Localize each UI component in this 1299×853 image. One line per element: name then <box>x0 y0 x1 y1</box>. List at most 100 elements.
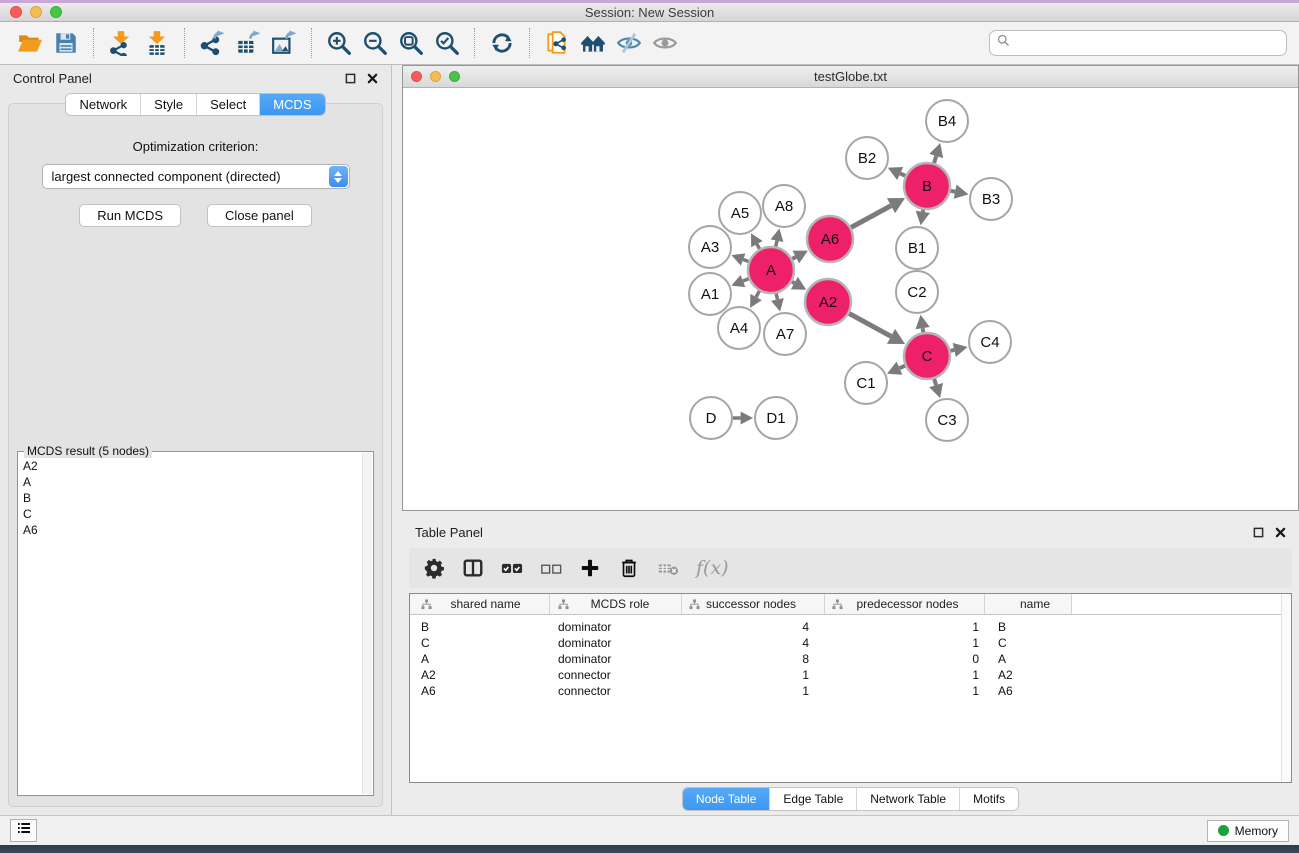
table-row[interactable]: Bdominator41B <box>410 619 1291 635</box>
table-tab-motifs[interactable]: Motifs <box>959 788 1018 810</box>
save-session-button[interactable] <box>48 26 84 60</box>
hide-selected-button[interactable] <box>611 26 647 60</box>
import-network-button[interactable] <box>103 26 139 60</box>
column-header-MCDS-role[interactable]: MCDS role <box>550 594 682 614</box>
show-hidden-button[interactable] <box>647 26 683 60</box>
table-toolbar: f(x) <box>409 548 1292 588</box>
first-neighbors-button[interactable] <box>575 26 611 60</box>
table-row[interactable]: A2connector11A2 <box>410 667 1291 683</box>
task-history-button[interactable] <box>10 819 37 842</box>
table-cell: A2 <box>985 668 1072 682</box>
zoom-in-button[interactable] <box>321 26 357 60</box>
column-header-name[interactable]: name <box>985 594 1072 614</box>
zoom-fit-button[interactable] <box>393 26 429 60</box>
refresh-button[interactable] <box>484 26 520 60</box>
graph-edge-A-A8[interactable] <box>776 241 777 247</box>
tab-style[interactable]: Style <box>140 94 196 115</box>
zoom-selected-button[interactable] <box>429 26 465 60</box>
memory-button[interactable]: Memory <box>1207 820 1289 842</box>
delete-column-button[interactable] <box>618 557 640 579</box>
result-item[interactable]: C <box>23 506 373 522</box>
delete-table-button[interactable] <box>657 557 679 579</box>
list-view-icon <box>16 820 32 841</box>
table-tab-node-table[interactable]: Node Table <box>683 788 770 810</box>
graph-edge-B-B4[interactable] <box>934 156 936 163</box>
run-mcds-button[interactable]: Run MCDS <box>79 204 181 227</box>
graph-edge-A-A6[interactable] <box>792 257 796 259</box>
graph-edge-C-C4[interactable] <box>950 350 954 351</box>
search-input[interactable] <box>1011 36 1280 51</box>
result-item[interactable]: A6 <box>23 522 373 538</box>
open-file-button[interactable] <box>12 26 48 60</box>
table-row[interactable]: Cdominator41C <box>410 635 1291 651</box>
table-cell: 1 <box>825 620 985 634</box>
table-cell: 1 <box>825 636 985 650</box>
uncheck-pair-button[interactable] <box>540 557 562 579</box>
minimize-window-dot[interactable] <box>30 6 42 18</box>
graph-edge-A-A1[interactable] <box>743 279 749 281</box>
network-graph[interactable]: A5A8A3A1A4A7AA6A2B2B4B3B1BC2C4C1C3CDD1 <box>403 88 1297 512</box>
import-table-button[interactable] <box>139 26 175 60</box>
network-view-window: testGlobe.txt A5A8A3A1A4A7AA6A2B2B4B3B1B… <box>402 65 1299 511</box>
graph-edge-C-C2[interactable] <box>923 328 924 332</box>
graph-edge-A6-B[interactable] <box>851 206 891 228</box>
criterion-dropdown[interactable]: largest connected component (directed) <box>42 164 350 189</box>
graph-node-label: A8 <box>775 198 793 215</box>
export-image-button[interactable] <box>266 26 302 60</box>
network-from-selection-button[interactable] <box>539 26 575 60</box>
graph-edge-B-B3[interactable] <box>951 191 956 192</box>
function-builder-button[interactable]: f(x) <box>696 557 729 579</box>
table-tab-network-table[interactable]: Network Table <box>856 788 959 810</box>
tab-mcds[interactable]: MCDS <box>259 94 324 115</box>
graph-edge-A-A3[interactable] <box>743 259 748 261</box>
graph-edge-A-A2[interactable] <box>792 282 794 283</box>
float-table-panel-icon[interactable] <box>1253 527 1264 538</box>
table-row[interactable]: Adominator80A <box>410 651 1291 667</box>
table-scrollbar[interactable] <box>1281 594 1291 782</box>
column-header-predecessor-nodes[interactable]: predecessor nodes <box>825 594 985 614</box>
export-table-button[interactable] <box>230 26 266 60</box>
graph-edge-A2-C[interactable] <box>849 313 891 336</box>
network-zoom-dot[interactable] <box>449 71 460 82</box>
graph-edge-A-A5[interactable] <box>757 244 760 249</box>
split-table-button[interactable] <box>462 557 484 579</box>
float-panel-icon[interactable] <box>345 73 356 84</box>
result-scrollbar[interactable] <box>362 453 372 794</box>
close-panel-icon[interactable] <box>367 73 378 84</box>
graph-edge-C-C3[interactable] <box>934 379 936 385</box>
network-minimize-dot[interactable] <box>430 71 441 82</box>
table-tab-edge-table[interactable]: Edge Table <box>769 788 856 810</box>
table-row[interactable]: A6connector11A6 <box>410 683 1291 699</box>
close-window-dot[interactable] <box>10 6 22 18</box>
add-column-button[interactable] <box>579 557 601 579</box>
network-close-dot[interactable] <box>411 71 422 82</box>
optimization-criterion-label: Optimization criterion: <box>133 139 259 154</box>
column-header-shared-name[interactable]: shared name <box>410 594 550 614</box>
network-canvas[interactable]: A5A8A3A1A4A7AA6A2B2B4B3B1BC2C4C1C3CDD1 <box>403 88 1298 510</box>
graph-edge-C-C1[interactable] <box>899 366 905 368</box>
gear-button[interactable] <box>423 557 445 579</box>
tab-select[interactable]: Select <box>196 94 259 115</box>
column-header-successor-nodes[interactable]: successor nodes <box>682 594 825 614</box>
graph-node-label: A7 <box>776 326 794 343</box>
graph-node-label: C4 <box>980 334 999 351</box>
graph-node-label: A5 <box>731 205 749 222</box>
search-field[interactable] <box>989 30 1287 56</box>
graph-edge-A-A7[interactable] <box>776 293 777 299</box>
graph-edge-B-B2[interactable] <box>900 173 905 175</box>
memory-status-icon <box>1218 825 1229 836</box>
result-item[interactable]: A <box>23 474 373 490</box>
table-header-row: shared nameMCDS rolesuccessor nodesprede… <box>410 594 1291 615</box>
check-pair-button[interactable] <box>501 557 523 579</box>
zoom-out-button[interactable] <box>357 26 393 60</box>
tab-network[interactable]: Network <box>66 94 140 115</box>
result-item[interactable]: B <box>23 490 373 506</box>
close-table-panel-icon[interactable] <box>1275 527 1286 538</box>
result-item[interactable]: A2 <box>23 458 373 474</box>
zoom-window-dot[interactable] <box>50 6 62 18</box>
export-network-button[interactable] <box>194 26 230 60</box>
table-cell: 1 <box>682 668 825 682</box>
graph-edge-A-A4[interactable] <box>756 291 759 297</box>
graph-node-label: A4 <box>730 320 748 337</box>
close-panel-button[interactable]: Close panel <box>207 204 312 227</box>
